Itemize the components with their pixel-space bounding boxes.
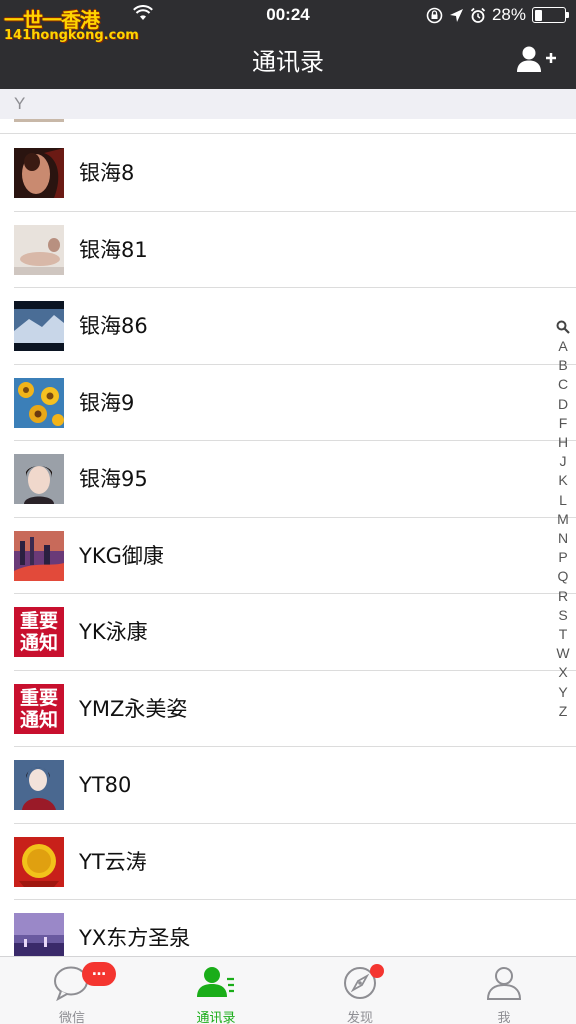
contact-name: YKG御康 — [79, 543, 164, 568]
index-letter[interactable]: Q — [558, 567, 569, 586]
contact-name: YT80 — [79, 773, 132, 797]
avatar — [14, 148, 64, 198]
index-letter[interactable]: A — [558, 337, 567, 356]
location-arrow-icon — [449, 8, 463, 22]
top-bar: 一世一香港 141hongkong.com 00:24 28% 通讯录 — [0, 0, 576, 89]
contact-name: 银海81 — [79, 237, 148, 262]
person-icon — [486, 967, 522, 1000]
contact-row[interactable]: 银海81 — [0, 212, 576, 288]
tab-label: 微信 — [58, 1011, 85, 1024]
contact-row[interactable]: 银海8 — [0, 135, 576, 212]
avatar: 重要 通知 — [14, 683, 64, 734]
contacts-icon — [197, 967, 234, 997]
orientation-lock-icon — [426, 7, 443, 23]
status-bar: 一世一香港 141hongkong.com 00:24 28% — [0, 0, 576, 43]
avatar: 重要 通知 — [14, 607, 64, 657]
tab-contacts[interactable]: 通讯录 — [144, 957, 288, 1024]
index-letter[interactable]: H — [558, 433, 568, 452]
index-letter[interactable]: Y — [558, 683, 567, 702]
avatar — [14, 454, 64, 504]
contact-name: YT云涛 — [79, 849, 147, 874]
tab-discover[interactable]: 发现 — [288, 957, 432, 1024]
battery-icon — [532, 7, 569, 23]
avatar — [14, 836, 64, 887]
alarm-icon — [470, 7, 486, 23]
avatar — [14, 377, 64, 428]
contact-row[interactable]: 重要 通知 YK泳康 — [0, 594, 576, 671]
index-letter[interactable]: W — [556, 644, 569, 663]
tab-bar: … 微信 通讯录 发现 我 — [0, 956, 576, 1024]
battery-percentage: 28% — [491, 5, 526, 24]
tab-label: 我 — [497, 1011, 511, 1024]
status-right: 28% — [426, 5, 569, 25]
contact-name: YMZ永美姿 — [79, 696, 188, 721]
avatar — [14, 530, 64, 581]
notice-line: 重要 — [19, 610, 58, 632]
add-contact-icon[interactable] — [516, 45, 556, 73]
index-letter[interactable]: P — [558, 548, 567, 567]
index-letter[interactable]: Z — [559, 702, 568, 721]
contact-row[interactable]: YKG御康 — [0, 518, 576, 594]
contact-row[interactable]: YT80 — [0, 747, 576, 824]
avatar — [14, 119, 64, 122]
index-letter[interactable]: J — [560, 452, 567, 471]
index-letter[interactable]: R — [558, 587, 568, 606]
tab-label: 发现 — [346, 1011, 373, 1024]
index-letter[interactable]: S — [558, 606, 567, 625]
contact-row[interactable]: 重要 通知 YMZ永美姿 — [0, 671, 576, 747]
contact-row[interactable]: YT云涛 — [0, 824, 576, 900]
index-letter[interactable]: M — [557, 510, 569, 529]
tab-label: 通讯录 — [196, 1011, 236, 1024]
contact-name: 银海9 — [79, 390, 135, 415]
tab-chats[interactable]: … 微信 — [0, 957, 144, 1024]
notification-dot — [370, 964, 384, 978]
search-icon[interactable] — [556, 320, 570, 334]
index-letter[interactable]: K — [558, 471, 567, 490]
page-title: 通讯录 — [252, 48, 324, 76]
contact-name: 银海8 — [79, 161, 135, 185]
index-letter[interactable]: T — [559, 625, 568, 644]
index-letter[interactable]: D — [558, 395, 568, 414]
section-header-y: Y — [0, 89, 576, 119]
index-letter[interactable]: X — [558, 663, 567, 682]
alphabet-index-bar[interactable]: ABCDFHJKLMNPQRSTWXYZ — [554, 320, 572, 721]
index-letter[interactable]: L — [559, 491, 567, 510]
index-letter[interactable]: N — [558, 529, 568, 548]
contact-name: 银海86 — [79, 314, 148, 338]
battery-tip — [566, 12, 569, 18]
contact-row[interactable]: 银海95 — [0, 441, 576, 518]
notice-line: 通知 — [19, 632, 58, 654]
avatar — [14, 760, 64, 810]
contact-name: 银海95 — [79, 467, 148, 491]
contact-list[interactable]: 银海8 银海81 银海86 银海9 银海95 YKG御康 重要 通知 YK泳康 … — [0, 119, 576, 956]
unread-badge: … — [82, 962, 116, 986]
index-letter[interactable]: B — [558, 356, 567, 375]
avatar — [14, 301, 64, 351]
battery-fill — [534, 9, 543, 21]
index-letter[interactable]: C — [558, 375, 568, 394]
index-letter[interactable]: F — [559, 414, 568, 433]
avatar — [14, 224, 64, 275]
contact-name: YK泳康 — [79, 620, 148, 644]
tab-me[interactable]: 我 — [432, 957, 576, 1024]
contact-row[interactable]: YX东方圣泉 — [0, 900, 576, 956]
notice-line: 重要 — [19, 686, 58, 709]
contact-row[interactable]: 银海9 — [0, 365, 576, 441]
watermark-site: 141hongkong.com — [4, 28, 139, 43]
notice-line: 通知 — [19, 708, 58, 731]
avatar — [14, 913, 64, 956]
contact-name: YX东方圣泉 — [79, 926, 191, 950]
list-item-partial[interactable] — [0, 119, 576, 134]
contact-row[interactable]: 银海86 — [0, 288, 576, 365]
